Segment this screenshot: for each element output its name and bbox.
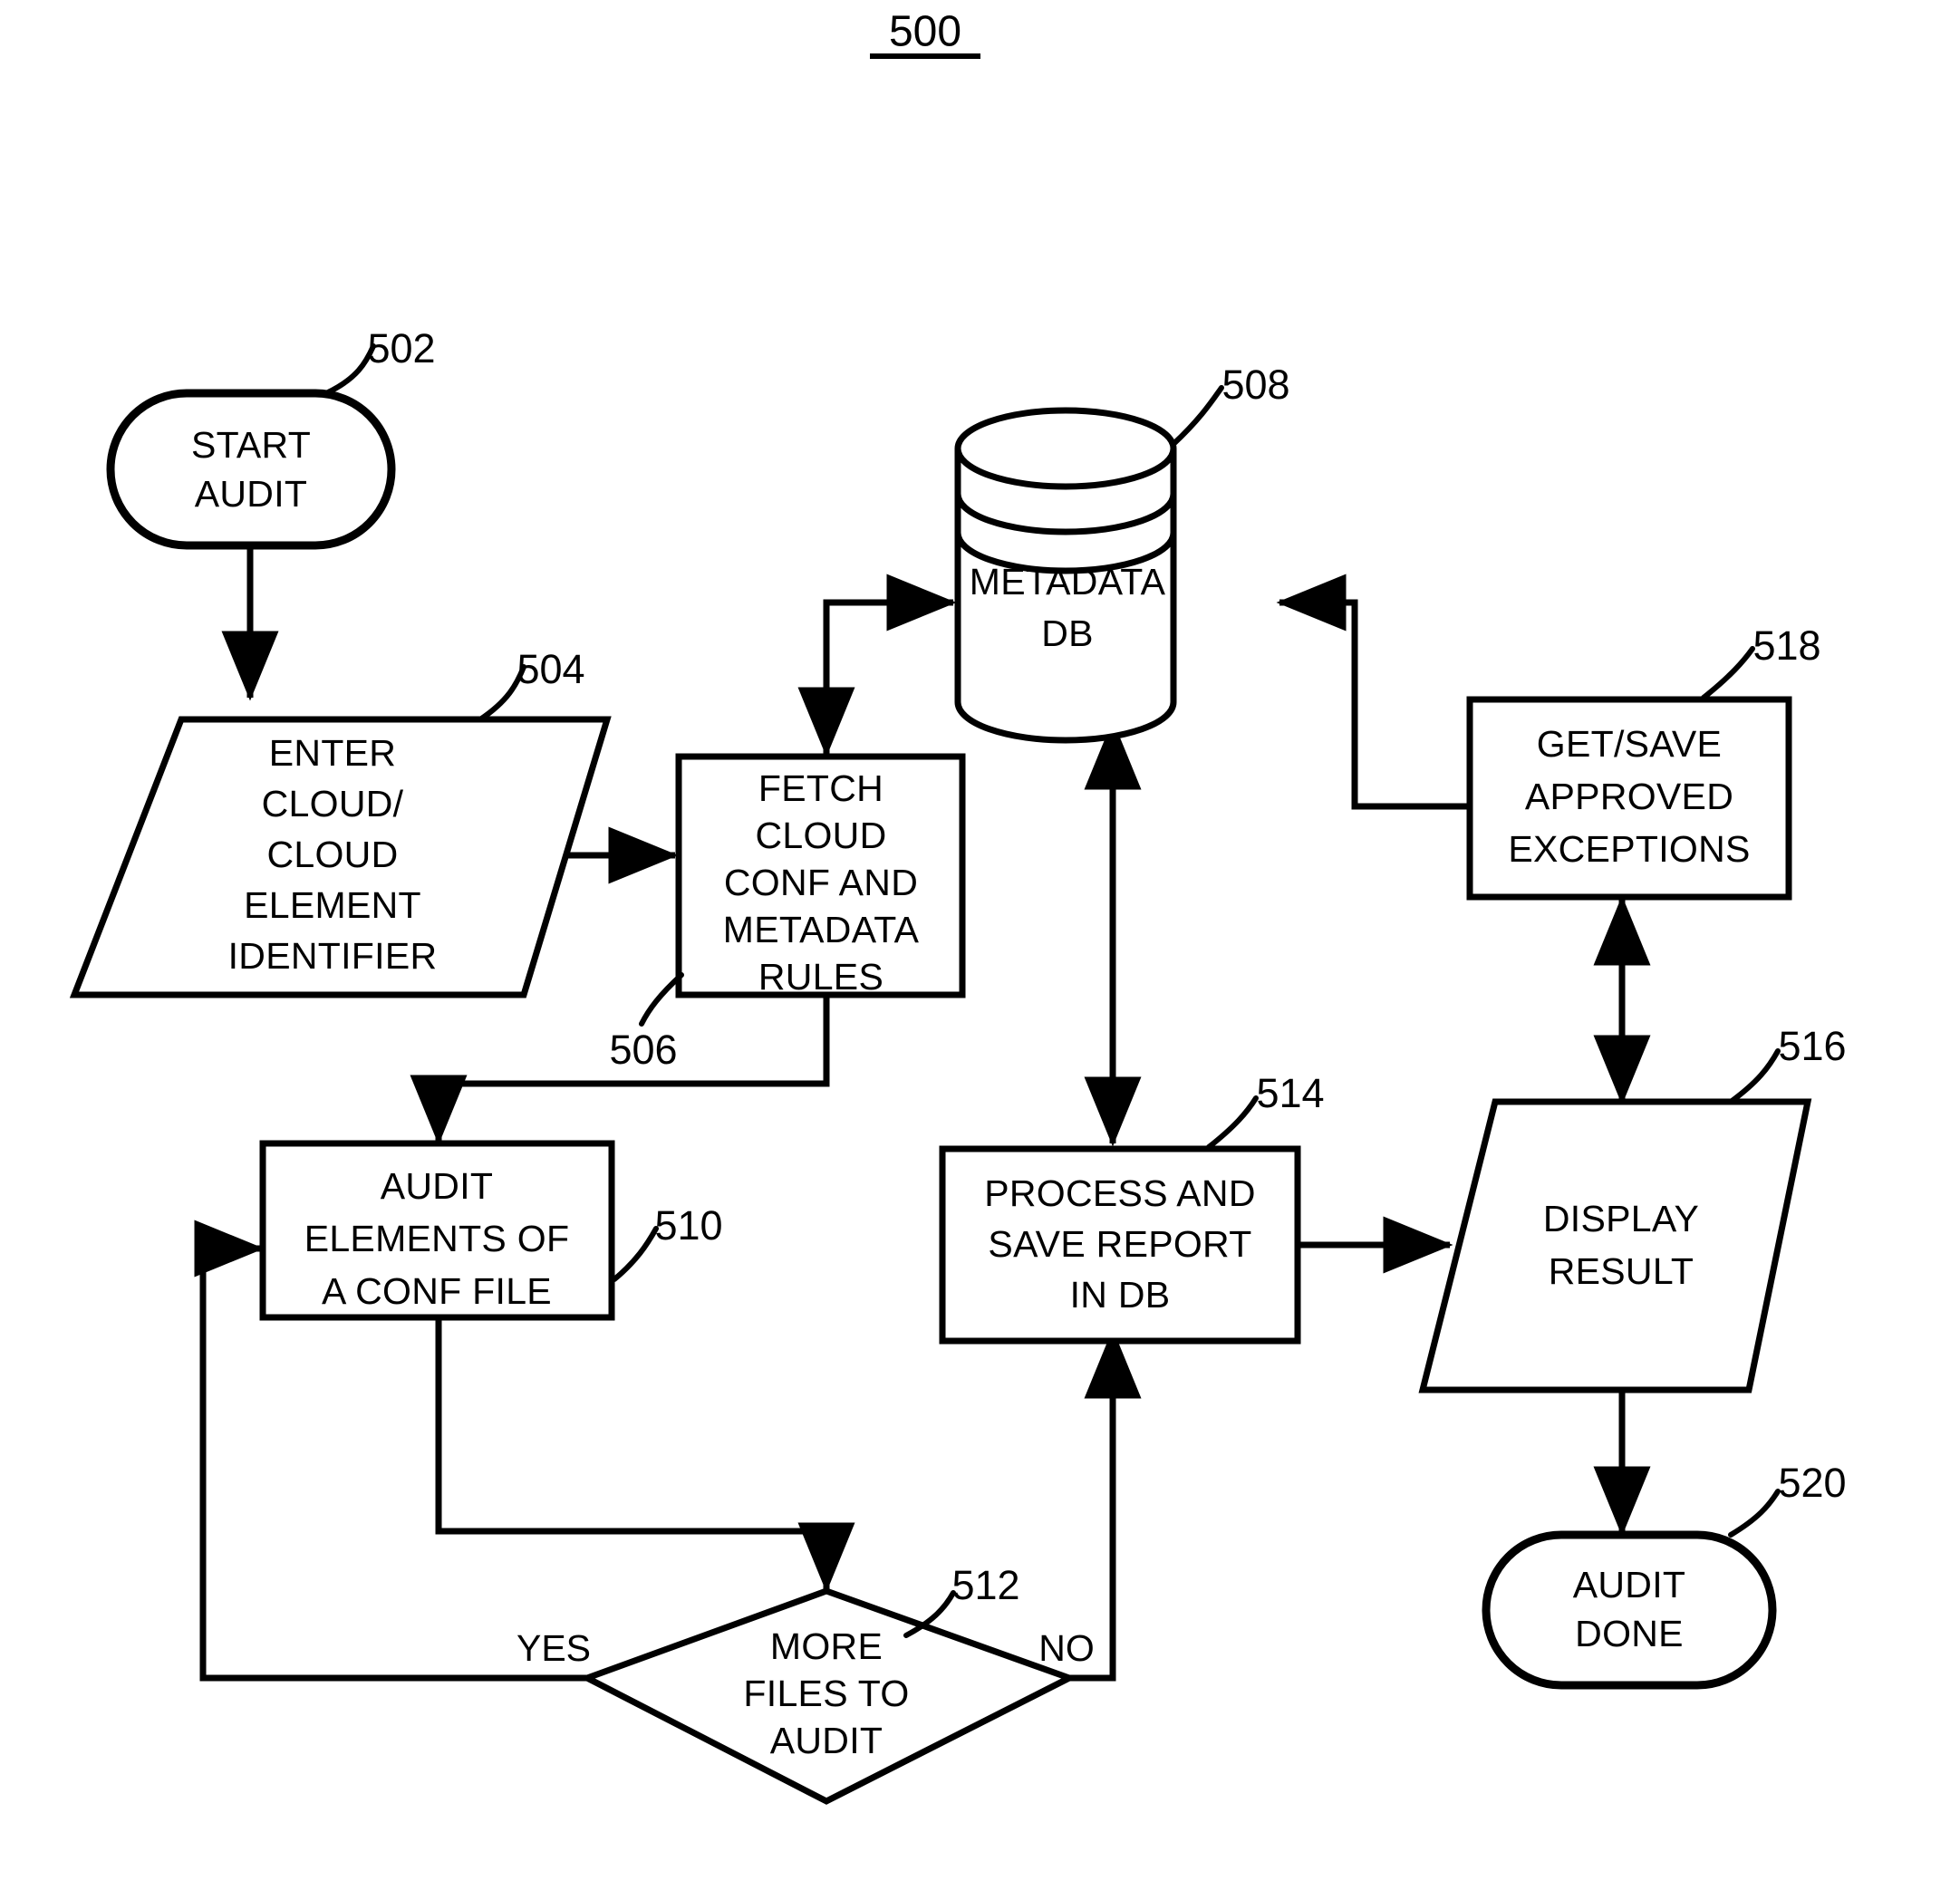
node-process-report[interactable]: PROCESS AND SAVE REPORT IN DB 514 xyxy=(939,1070,1325,1345)
edge-audit-to-decision xyxy=(435,1316,855,1593)
get-save-exceptions-line-3: EXCEPTIONS xyxy=(1508,828,1750,870)
audit-elements-line-1: AUDIT xyxy=(381,1165,494,1207)
connectors xyxy=(194,545,1651,1682)
audit-done-shape[interactable] xyxy=(1482,1530,1777,1690)
display-result-line-2: RESULT xyxy=(1549,1250,1694,1292)
leader-line-510 xyxy=(612,1226,659,1282)
start-audit-shape[interactable] xyxy=(106,389,396,550)
display-result-line-1: DISPLAY xyxy=(1543,1198,1699,1239)
ref-number-512: 512 xyxy=(951,1562,1019,1608)
get-save-exceptions-line-2: APPROVED xyxy=(1525,776,1733,817)
fetch-conf-line-4: METADATA xyxy=(723,909,920,950)
audit-elements-line-2: ELEMENTS OF xyxy=(304,1218,570,1259)
get-save-exceptions-line-1: GET/SAVE xyxy=(1537,723,1722,765)
edge-decision-no-to-process xyxy=(1066,1328,1142,1682)
branch-label-no: NO xyxy=(1038,1627,1095,1669)
leader-line-516 xyxy=(1728,1048,1781,1104)
leader-line-506 xyxy=(639,972,684,1027)
ref-number-518: 518 xyxy=(1752,622,1820,669)
fetch-conf-line-5: RULES xyxy=(758,956,883,998)
flowchart-svg: 500 START AUDIT 502 ENTER CLOUD/ CLOUD E… xyxy=(69,8,1847,1805)
figure-canvas: 500 START AUDIT 502 ENTER CLOUD/ CLOUD E… xyxy=(0,0,1960,1890)
node-start-audit[interactable]: START AUDIT 502 xyxy=(106,325,436,550)
audit-elements-line-3: A CONF FILE xyxy=(322,1270,552,1312)
enter-identifier-line-3: CLOUD xyxy=(266,834,398,875)
enter-identifier-line-1: ENTER xyxy=(269,732,396,774)
figure-number: 500 xyxy=(889,8,961,56)
ref-number-516: 516 xyxy=(1778,1023,1846,1069)
node-audit-done[interactable]: AUDIT DONE 520 xyxy=(1482,1460,1847,1690)
process-report-line-2: SAVE REPORT xyxy=(988,1223,1251,1265)
metadata-db-line-1: METADATA xyxy=(970,561,1166,603)
node-enter-identifier[interactable]: ENTER CLOUD/ CLOUD ELEMENT IDENTIFIER 50… xyxy=(69,646,612,998)
node-display-result[interactable]: DISPLAY RESULT 516 xyxy=(1418,1023,1847,1393)
ref-number-506: 506 xyxy=(609,1027,677,1073)
process-report-line-3: IN DB xyxy=(1070,1274,1171,1316)
enter-identifier-line-5: IDENTIFIER xyxy=(228,935,438,977)
more-files-line-2: FILES TO xyxy=(743,1673,909,1714)
node-fetch-conf[interactable]: FETCH CLOUD CONF AND METADATA RULES 506 xyxy=(609,753,966,1073)
process-report-line-1: PROCESS AND xyxy=(984,1172,1256,1214)
leader-line-518 xyxy=(1701,646,1755,700)
ref-number-520: 520 xyxy=(1778,1460,1846,1506)
leader-line-502 xyxy=(323,343,376,396)
ref-number-508: 508 xyxy=(1221,362,1289,408)
branch-label-yes: YES xyxy=(517,1627,591,1669)
start-audit-label-line-2: AUDIT xyxy=(195,473,308,515)
enter-identifier-line-2: CLOUD/ xyxy=(262,783,404,824)
edge-exceptions-to-db xyxy=(1276,574,1473,810)
start-audit-label-line-1: START xyxy=(191,424,311,466)
node-audit-elements[interactable]: AUDIT ELEMENTS OF A CONF FILE 510 xyxy=(259,1140,723,1321)
audit-done-line-2: DONE xyxy=(1575,1613,1684,1654)
more-files-line-3: AUDIT xyxy=(770,1720,883,1761)
edge-fetch-to-db xyxy=(823,574,957,759)
fetch-conf-line-2: CLOUD xyxy=(755,815,886,856)
fetch-conf-line-1: FETCH xyxy=(758,767,883,809)
ref-number-514: 514 xyxy=(1256,1070,1324,1116)
leader-line-514 xyxy=(1206,1095,1259,1150)
metadata-db-line-2: DB xyxy=(1041,612,1094,654)
ref-number-504: 504 xyxy=(517,646,584,692)
node-more-files-decision[interactable]: MORE FILES TO AUDIT YES NO 512 xyxy=(517,1562,1095,1805)
ref-number-510: 510 xyxy=(654,1202,722,1249)
figure-title: 500 xyxy=(870,8,980,59)
more-files-line-1: MORE xyxy=(770,1625,883,1667)
audit-done-line-1: AUDIT xyxy=(1573,1564,1686,1606)
ref-number-502: 502 xyxy=(367,325,435,371)
leader-line-520 xyxy=(1728,1489,1781,1538)
node-get-save-exceptions[interactable]: GET/SAVE APPROVED EXCEPTIONS 518 xyxy=(1466,622,1821,901)
enter-identifier-line-4: ELEMENT xyxy=(244,884,421,926)
display-result-shape[interactable] xyxy=(1418,1098,1812,1393)
leader-line-508 xyxy=(1171,385,1224,447)
node-metadata-db[interactable]: METADATA DB 508 xyxy=(954,362,1290,744)
fetch-conf-line-3: CONF AND xyxy=(724,862,918,903)
